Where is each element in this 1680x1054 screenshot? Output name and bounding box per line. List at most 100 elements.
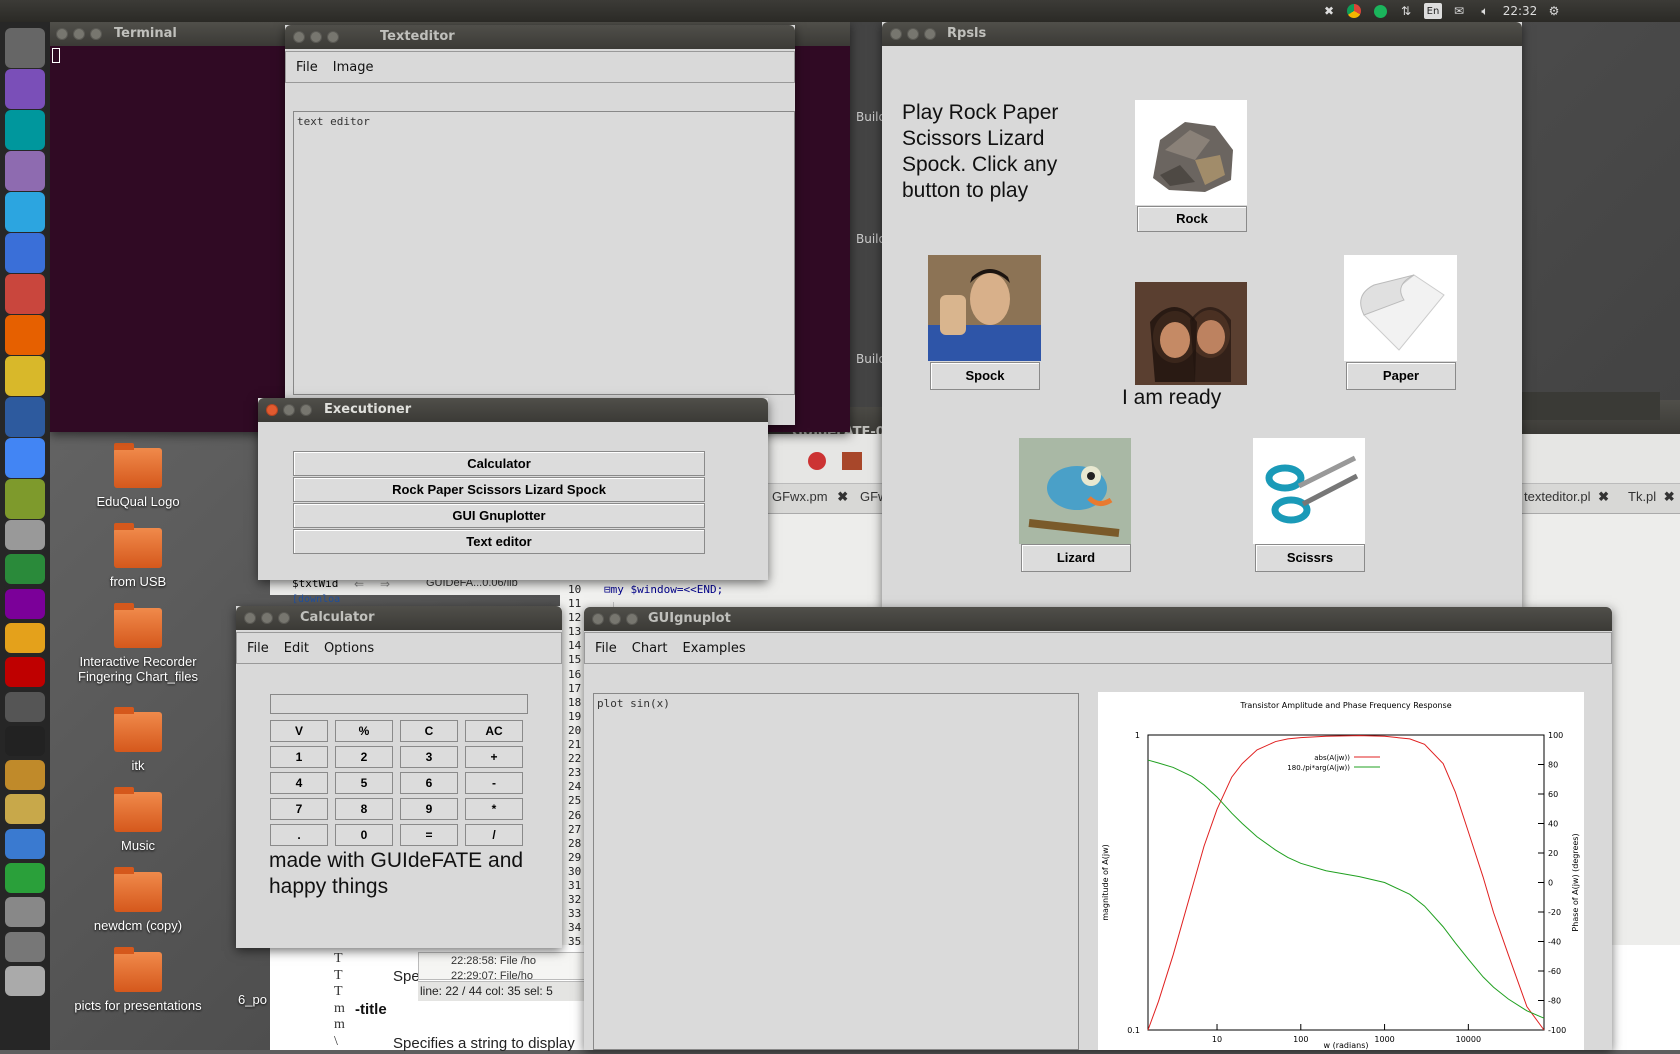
app3-icon[interactable] (5, 479, 45, 519)
app-icon[interactable] (5, 233, 45, 273)
menu-image[interactable]: Image (333, 60, 374, 75)
paper-button[interactable]: Paper (1346, 362, 1456, 390)
calc-key[interactable]: 1 (270, 746, 328, 768)
calc-key[interactable]: 6 (400, 772, 458, 794)
maximize-icon[interactable] (90, 28, 102, 40)
calc-key[interactable]: % (335, 720, 393, 742)
menu-examples[interactable]: Examples (683, 641, 746, 656)
tab-texteditor[interactable]: texteditor.pl ✖ (1524, 489, 1609, 505)
rpsls-window[interactable]: Rpsls Play Rock Paper Scissors Lizard Sp… (882, 22, 1522, 610)
gnuplot-window[interactable]: GUIgnuplot File Chart Examples plot sin(… (584, 607, 1612, 1050)
menu-file[interactable]: File (296, 60, 318, 75)
calculator-window[interactable]: Calculator File Edit Options made with G… (236, 606, 562, 948)
launch-texteditor-button[interactable]: Text editor (293, 529, 705, 554)
app9-icon[interactable] (5, 863, 45, 893)
menu-file[interactable]: File (595, 641, 617, 656)
launch-calculator-button[interactable]: Calculator (293, 451, 705, 476)
menu-file[interactable]: File (247, 641, 269, 656)
executioner-window[interactable]: Executioner Calculator Rock Paper Scisso… (258, 398, 768, 580)
calc-key[interactable]: = (400, 824, 458, 846)
firefox-icon[interactable] (5, 315, 45, 355)
dropbox-icon[interactable]: ✖ (1321, 3, 1337, 19)
amazon-icon[interactable] (5, 725, 45, 756)
tab-gfwx[interactable]: GFwx.pm ✖ (772, 489, 848, 505)
maximize-icon[interactable] (300, 404, 312, 416)
calc-key[interactable]: + (465, 746, 523, 768)
volume-icon[interactable]: 🔈︎ (1476, 3, 1494, 19)
calc-key[interactable]: 5 (335, 772, 393, 794)
viber-icon[interactable] (5, 69, 45, 109)
launch-rpsls-button[interactable]: Rock Paper Scissors Lizard Spock (293, 477, 705, 502)
app4-icon[interactable] (5, 554, 45, 585)
app8-icon[interactable] (5, 828, 45, 859)
yahoo-icon[interactable] (5, 588, 45, 619)
media-icon[interactable] (5, 151, 45, 191)
close-icon[interactable] (890, 28, 902, 40)
desktop-folder[interactable]: EduQual Logo (68, 443, 208, 509)
gnuplot-script-input[interactable]: plot sin(x) (593, 693, 1079, 1050)
minimize-icon[interactable] (907, 28, 919, 40)
menu-edit[interactable]: Edit (284, 641, 309, 656)
minimize-icon[interactable] (609, 613, 621, 625)
printer-icon[interactable] (5, 520, 45, 550)
desktop-folder-label[interactable]: 6_po (238, 992, 267, 1007)
app6-icon[interactable] (5, 760, 45, 791)
dash-icon[interactable] (5, 28, 45, 68)
calc-key[interactable]: 7 (270, 798, 328, 820)
calc-key[interactable]: V (270, 720, 328, 742)
lizard-button[interactable]: Lizard (1021, 544, 1131, 572)
maximize-icon[interactable] (327, 31, 339, 43)
arduino-icon[interactable] (5, 110, 45, 150)
calc-key[interactable]: C (400, 720, 458, 742)
settings-gear-icon[interactable]: ⚙ (1546, 3, 1562, 19)
app5-icon[interactable] (5, 622, 45, 653)
menu-options[interactable]: Options (324, 641, 374, 656)
rock-button[interactable]: Rock (1137, 206, 1247, 232)
books-icon[interactable] (5, 691, 45, 722)
download-link[interactable]: [downloa (292, 594, 340, 605)
calculator-display[interactable] (270, 694, 528, 714)
chrome-tray-icon[interactable] (1346, 3, 1362, 19)
calc-key[interactable]: * (465, 798, 523, 820)
network-icon[interactable]: ⇅ (1398, 3, 1414, 19)
clock[interactable]: 22:32 (1500, 3, 1540, 19)
app10-icon[interactable] (5, 897, 45, 928)
maximize-icon[interactable] (626, 613, 638, 625)
close-tab-icon[interactable]: ✖ (1598, 489, 1609, 504)
chrome-icon[interactable] (5, 438, 45, 478)
maximize-icon[interactable] (924, 28, 936, 40)
close-icon[interactable] (56, 28, 68, 40)
launch-gnuplotter-button[interactable]: GUI Gnuplotter (293, 503, 705, 528)
calc-key[interactable]: . (270, 824, 328, 846)
close-icon[interactable] (244, 612, 256, 624)
calc-key[interactable]: 8 (335, 798, 393, 820)
calc-key[interactable]: AC (465, 720, 523, 742)
maximize-icon[interactable] (278, 612, 290, 624)
build-icon[interactable] (842, 452, 862, 470)
app2-icon[interactable] (5, 356, 45, 396)
spock-button[interactable]: Spock (930, 362, 1040, 390)
status-indicator-icon[interactable] (1372, 3, 1388, 19)
desktop-folder[interactable]: picts for presentations (68, 947, 208, 1013)
calc-key[interactable]: 9 (400, 798, 458, 820)
close-tab-icon[interactable]: ✖ (1664, 489, 1675, 504)
desktop-folder[interactable]: Interactive Recorder Fingering Chart_fil… (68, 603, 208, 684)
close-icon[interactable] (293, 31, 305, 43)
minimize-icon[interactable] (310, 31, 322, 43)
calc-key[interactable]: 3 (400, 746, 458, 768)
texteditor-window[interactable]: Texteditor File Image text editor (285, 25, 795, 425)
app7-icon[interactable] (5, 794, 45, 825)
telegram-icon[interactable] (5, 192, 45, 232)
app11-icon[interactable] (5, 931, 45, 962)
tab-tk[interactable]: Tk.pl ✖ (1628, 489, 1675, 505)
desktop-folder[interactable]: from USB (68, 523, 208, 589)
varicad-icon[interactable] (5, 397, 45, 437)
calc-key[interactable]: - (465, 772, 523, 794)
calc-key[interactable]: 2 (335, 746, 393, 768)
minimize-icon[interactable] (73, 28, 85, 40)
mail-icon[interactable]: ✉ (1450, 3, 1468, 19)
menu-chart[interactable]: Chart (632, 641, 668, 656)
calc-key[interactable]: / (465, 824, 523, 846)
calc-key[interactable]: 0 (335, 824, 393, 846)
calc-key[interactable]: 4 (270, 772, 328, 794)
